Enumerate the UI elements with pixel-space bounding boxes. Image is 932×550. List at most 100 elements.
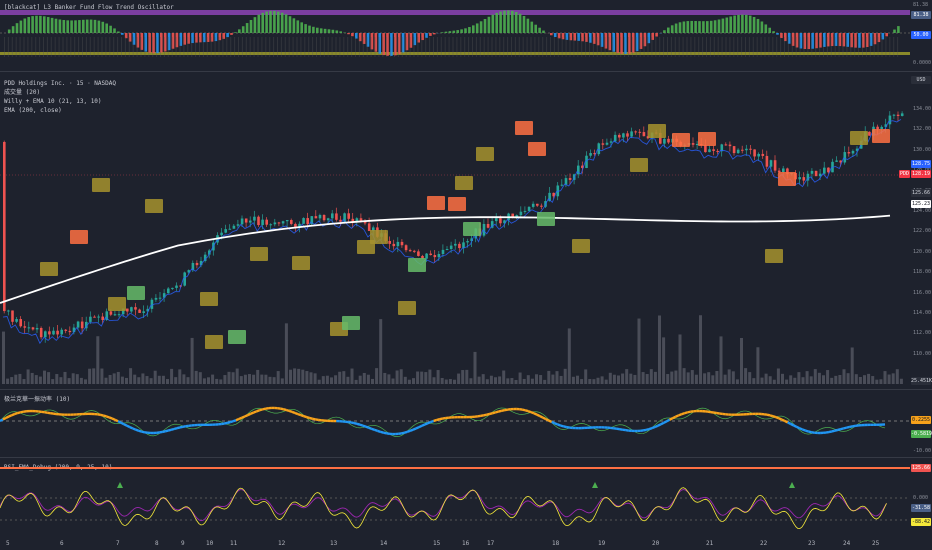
momentum-segment <box>120 421 125 426</box>
candle-body <box>486 223 490 228</box>
osc-tick <box>608 37 610 57</box>
volume-bar <box>797 372 801 384</box>
volume-bar <box>727 369 731 384</box>
osc-tick <box>304 37 306 57</box>
osc-tick <box>366 37 368 57</box>
osc-tick <box>522 37 524 57</box>
momentum-segment <box>100 413 104 417</box>
volume-bar <box>161 375 165 384</box>
osc-bar <box>433 33 436 35</box>
osc-bar <box>760 21 764 33</box>
osc-tick <box>113 37 115 57</box>
osc-tick <box>35 37 37 57</box>
osc-tick <box>413 37 415 57</box>
osc-tick <box>756 37 758 57</box>
volume-bar <box>731 371 735 384</box>
momentum-segment <box>300 414 305 418</box>
candle-body <box>868 131 871 136</box>
osc-tick <box>503 37 505 57</box>
osc-tick <box>23 37 25 57</box>
osc-tick <box>670 37 672 57</box>
osc-tick <box>815 37 817 57</box>
price-pane[interactable]: PDD Holdings Inc. · 15 · NASDAQ 成交量 (20)… <box>0 72 932 388</box>
volume-bar <box>59 377 63 384</box>
momentum-segment <box>179 425 184 429</box>
momentum-segment <box>291 410 296 415</box>
candle-body <box>892 114 896 116</box>
candle-body <box>335 213 338 220</box>
osc-bar <box>35 15 38 33</box>
osc-tick <box>585 37 587 57</box>
osc-bar <box>483 19 487 33</box>
osc-bar <box>503 10 506 33</box>
price-axis-tick: 114.00 <box>913 310 932 316</box>
sub2-axis-0: 0.000 <box>913 495 929 501</box>
osc-tick <box>464 37 466 57</box>
osc-tick <box>308 37 310 57</box>
osc-tick <box>725 37 727 57</box>
candle-body <box>900 113 904 116</box>
sub2-pane[interactable]: RSI_EMA_Debug (200, 9, 25, 10) 125.66 0.… <box>0 458 932 538</box>
osc-tick <box>612 37 614 57</box>
candle-body <box>540 205 543 207</box>
sub1-pane[interactable]: 极兰克華一振动率 (10) 0.2255 -0.5819 -10.00 <box>0 390 932 456</box>
candle-body <box>429 253 432 256</box>
momentum-segment <box>247 412 252 417</box>
volume-bar <box>715 370 719 384</box>
osc-tick <box>600 37 602 57</box>
momentum-segment <box>498 409 502 413</box>
momentum-segment <box>135 428 140 432</box>
volume-bar <box>649 369 653 384</box>
sub2-tag-2: -88.42 <box>911 518 931 526</box>
volume-bar <box>883 371 887 384</box>
oscillator-pane[interactable]: [blackcat] L3 Banker Fund Flow Trend Osc… <box>0 0 932 70</box>
osc-tick <box>799 37 801 57</box>
candle-body <box>253 216 256 221</box>
time-axis-label: 15 <box>433 540 441 547</box>
candle-body <box>466 241 469 243</box>
momentum-segment <box>105 415 110 419</box>
osc-bar <box>897 26 900 33</box>
volume-bar <box>51 379 55 384</box>
osc-bar <box>319 28 323 33</box>
price-axis-tick: 110.00 <box>913 350 932 357</box>
candle-body <box>712 149 715 151</box>
osc-bar <box>690 20 693 33</box>
volume-bar <box>88 368 92 384</box>
momentum-segment <box>545 417 550 422</box>
osc-bar <box>241 26 245 33</box>
candle-body <box>257 216 260 226</box>
osc-bar <box>280 12 284 33</box>
osc-tick <box>557 37 559 57</box>
osc-tick <box>553 37 555 57</box>
currency-tag[interactable]: USD <box>911 76 931 84</box>
osc-tick <box>343 37 345 57</box>
osc-tick <box>128 37 130 57</box>
osc-bar <box>764 24 768 33</box>
volume-bar <box>555 371 559 384</box>
volume-bar <box>703 373 707 384</box>
osc-tick <box>826 37 828 57</box>
osc-bar <box>553 33 557 38</box>
candle-body <box>704 145 707 153</box>
price-tag-3: 125.66 <box>911 189 931 197</box>
volume-bar <box>55 374 59 384</box>
momentum-segment <box>790 422 795 427</box>
osc-tick <box>327 37 329 57</box>
momentum-segment <box>141 430 145 434</box>
volume-bar <box>120 376 124 384</box>
candle-body <box>290 220 293 224</box>
osc-bar <box>542 30 545 33</box>
candle-body <box>761 153 765 156</box>
candle-body <box>367 223 371 231</box>
osc-tick <box>538 37 540 57</box>
candle-body <box>39 327 43 338</box>
candle-body <box>642 132 646 137</box>
osc-bar <box>741 14 744 33</box>
momentum-segment <box>123 423 128 427</box>
momentum-segment <box>182 425 187 428</box>
volume-bar <box>14 374 18 384</box>
volume-bar <box>330 377 333 384</box>
momentum-segment <box>539 414 544 419</box>
momentum-segment <box>678 413 682 417</box>
